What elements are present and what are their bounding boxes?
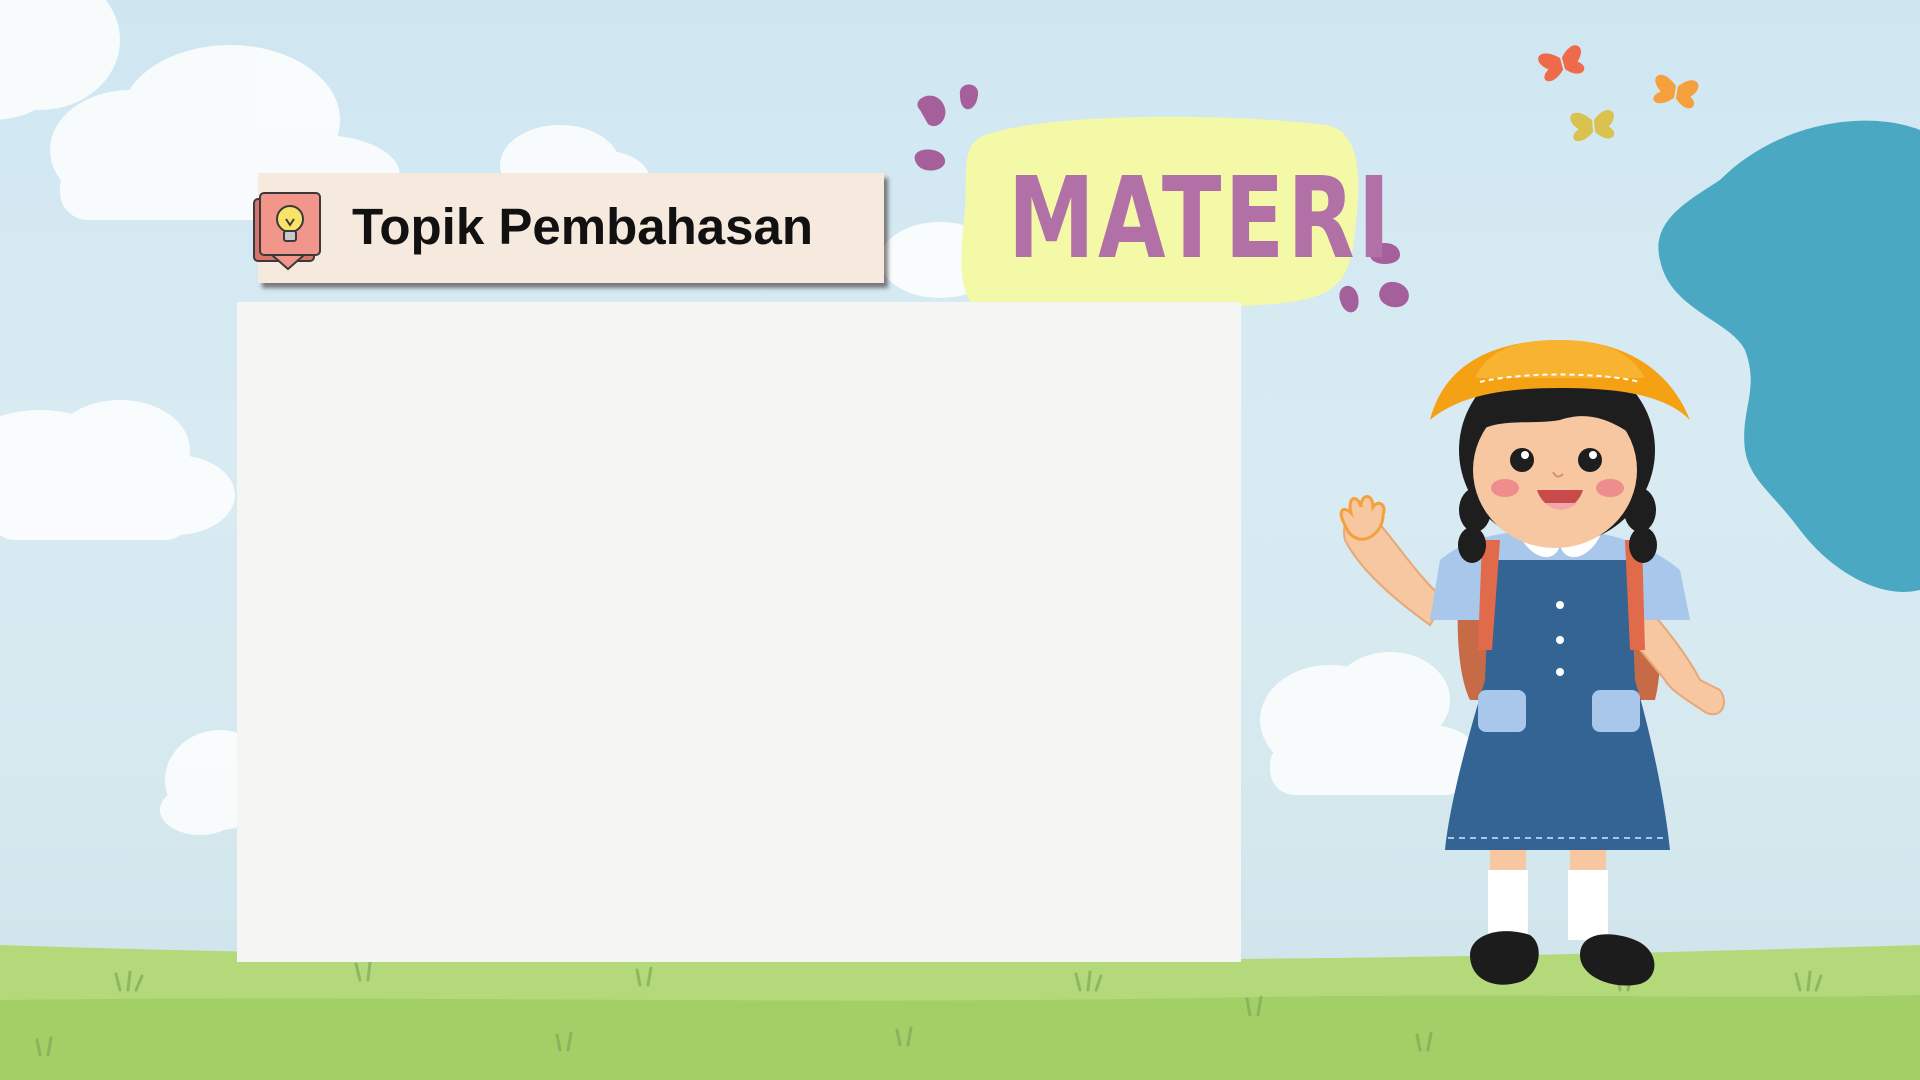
cloud bbox=[1260, 652, 1480, 795]
topic-header: Topik Pembahasan bbox=[253, 173, 884, 283]
butterfly-icon bbox=[1570, 109, 1615, 142]
slide-canvas: Topik Pembahasan MATERI bbox=[0, 0, 1920, 1080]
cloud bbox=[0, 400, 235, 540]
title-tag: MATERI bbox=[965, 120, 1394, 320]
topic-label: Topik Pembahasan bbox=[352, 198, 814, 255]
content-panel bbox=[237, 302, 1241, 962]
blue-blob bbox=[1658, 120, 1920, 592]
book-lightbulb-icon bbox=[253, 192, 321, 271]
butterfly-icon bbox=[1538, 45, 1585, 82]
slide-title: MATERI bbox=[1007, 154, 1394, 284]
butterfly-icon bbox=[1653, 74, 1699, 109]
